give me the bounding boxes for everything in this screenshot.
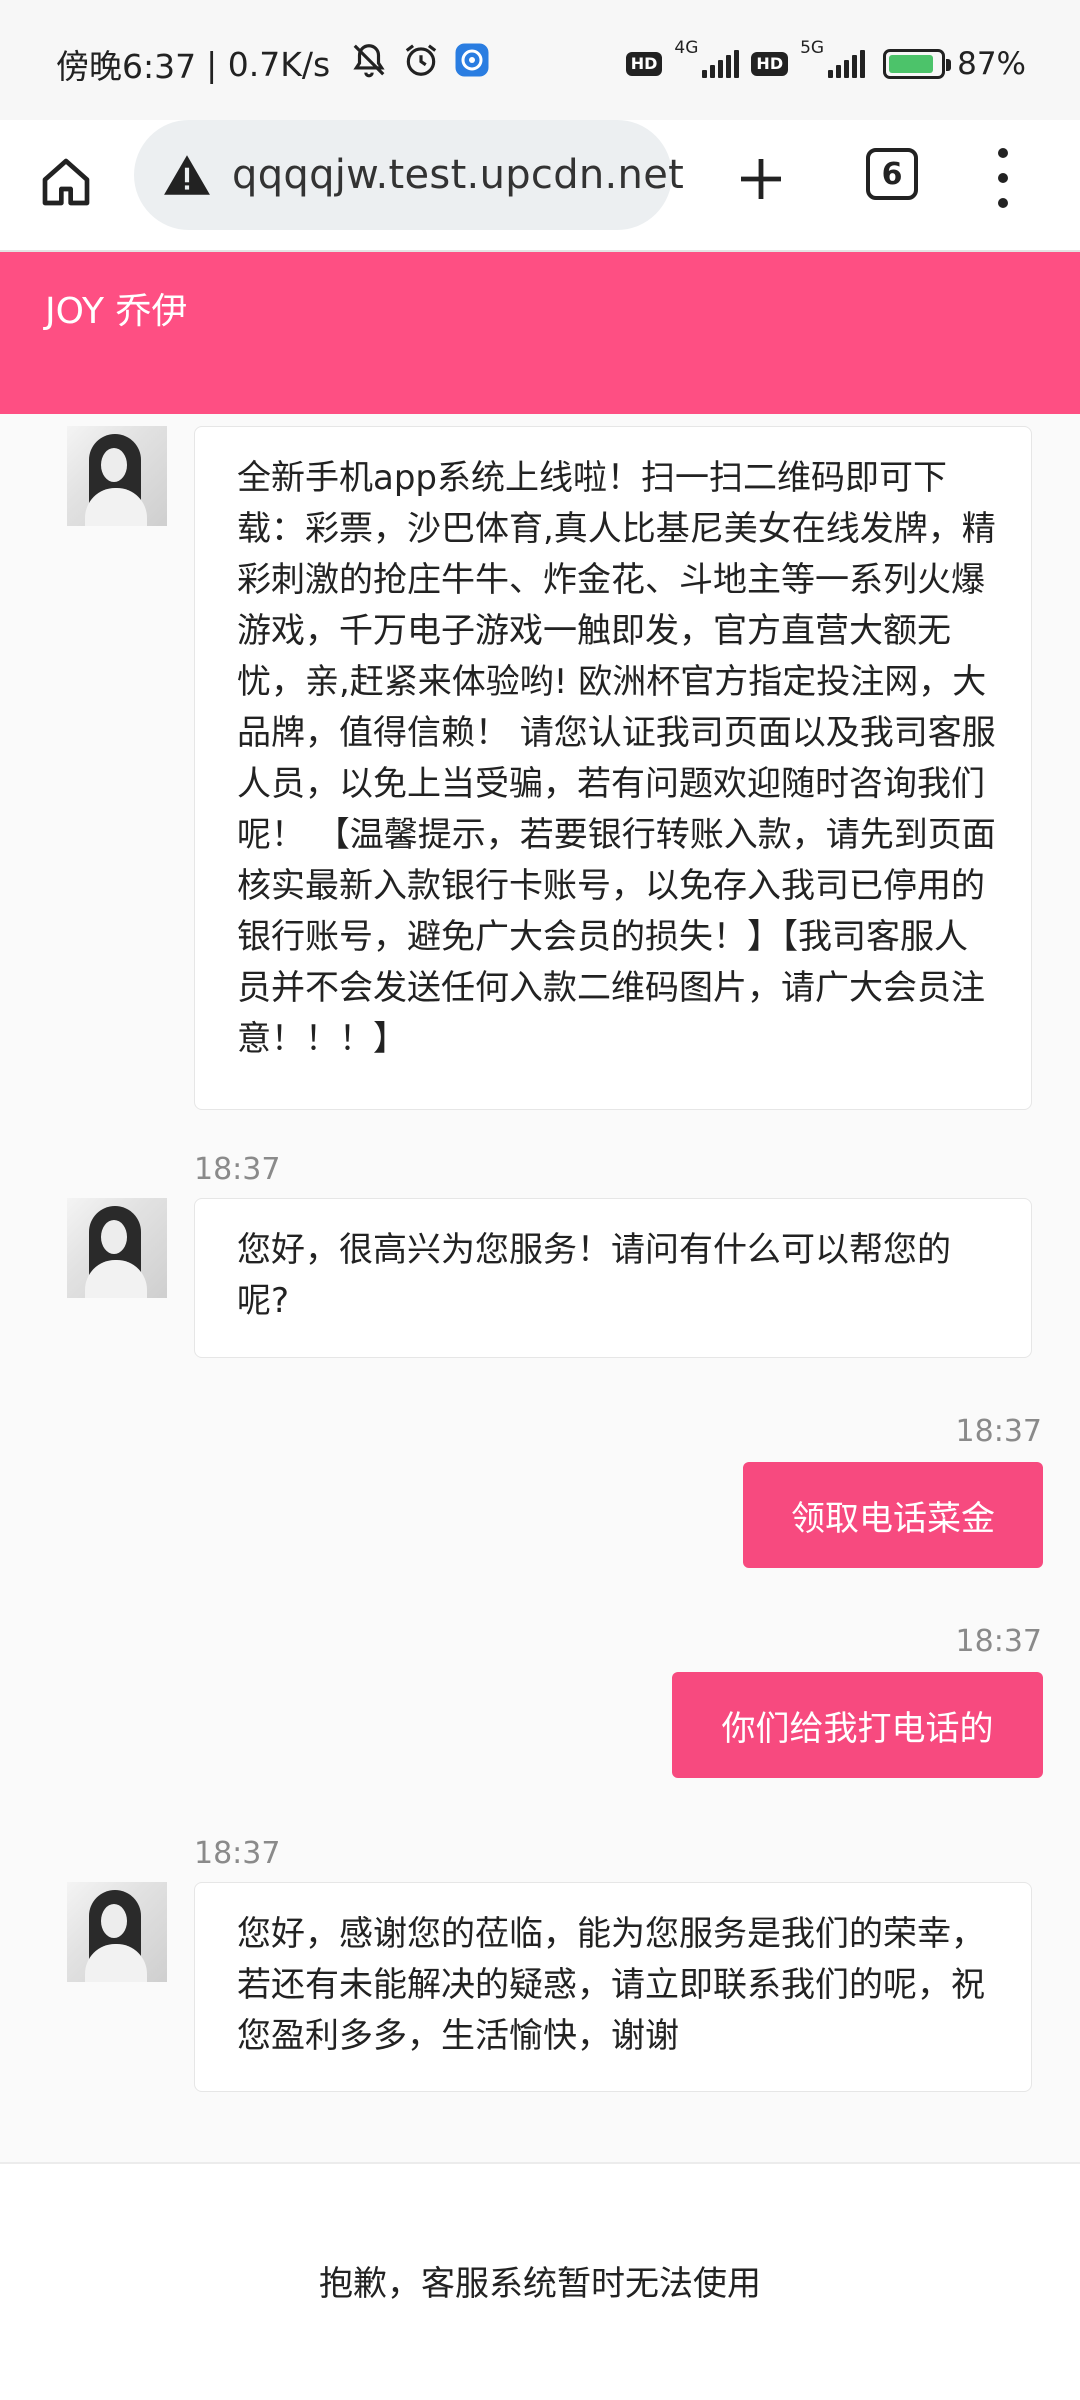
agent-avatar [67,426,167,526]
agent-avatar [67,1882,167,1982]
sim1-signal-icon: 4G [674,38,740,78]
chat-messages[interactable]: 全新手机app系统上线啦！扫一扫二维码即可下载：彩票，沙巴体育,真人比基尼美女在… [0,414,1080,2162]
sim2-hd-badge: HD [751,52,789,76]
url-text[interactable]: qqqqjw.test.upcdn.net [232,152,684,198]
outgoing-message: 领取电话菜金 [743,1462,1043,1568]
status-icons [350,41,490,87]
app-notification-icon [454,42,490,86]
incoming-message: 您好，很高兴为您服务！请问有什么可以帮您的呢? [194,1198,1032,1358]
chat-footer: 抱歉，客服系统暂时无法使用 [0,2162,1080,2400]
agent-avatar [67,1198,167,1298]
outgoing-message: 你们给我打电话的 [672,1672,1043,1778]
chat-title: JOY 乔伊 [45,291,188,332]
message-time: 18:37 [194,1836,281,1871]
menu-dot [998,148,1008,158]
status-time: 傍晚6:37 [56,47,197,86]
message-time: 18:37 [955,1414,1042,1449]
battery-level-fill [889,55,933,73]
chat-header: JOY 乔伊 [0,252,1080,414]
battery-percent: 87% [957,46,1026,82]
menu-dot [998,173,1008,183]
menu-dot [998,198,1008,208]
status-left: 傍晚6:37 | 0.7K/s [56,38,490,90]
service-unavailable-notice: 抱歉，客服系统暂时无法使用 [319,2264,761,2304]
home-icon [42,158,90,206]
address-bar[interactable]: qqqqjw.test.upcdn.net [134,120,684,230]
sim1-network-label: 4G [674,38,699,58]
message-time: 18:37 [955,1624,1042,1659]
plus-icon [741,159,781,199]
battery-icon [883,49,952,79]
status-right: HD 4G HD 5G 87% [625,38,1026,90]
sim2-signal-icon: 5G [800,38,866,78]
sim2-network-label: 5G [800,38,825,58]
tab-switcher-button[interactable]: 6 [866,148,918,200]
alarm-icon [402,41,440,87]
incoming-message: 您好，感谢您的莅临，能为您服务是我们的荣幸，若还有未能解决的疑惑，请立即联系我们… [194,1882,1032,2092]
warning-icon[interactable] [162,152,212,198]
incoming-message: 全新手机app系统上线啦！扫一扫二维码即可下载：彩票，沙巴体育,真人比基尼美女在… [194,426,1032,1110]
browser-toolbar: qqqqjw.test.upcdn.net 6 [0,120,1080,252]
new-tab-button[interactable] [726,144,796,214]
more-menu-button[interactable] [990,142,1016,214]
status-bar: 傍晚6:37 | 0.7K/s HD 4G HD 5G 87% [0,0,1080,120]
sim1-hd-badge: HD [625,52,663,76]
network-speed: | 0.7K/s [206,44,331,84]
message-time: 18:37 [194,1152,281,1187]
home-button[interactable] [36,142,96,222]
bell-off-icon [350,41,388,87]
